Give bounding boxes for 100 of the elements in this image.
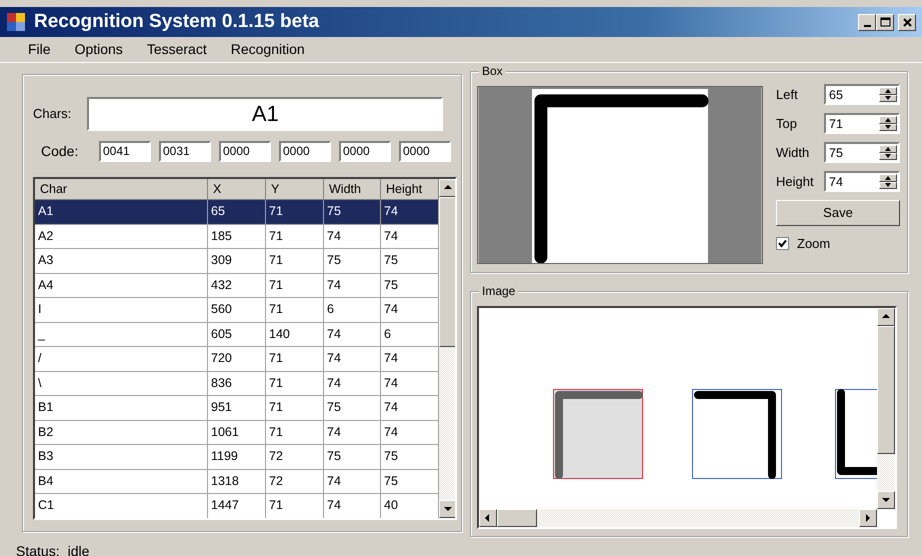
field-label: Left: [776, 86, 799, 104]
chars-label: Chars:: [33, 105, 72, 124]
table-cell: 720: [208, 347, 266, 372]
table-cell: 75: [324, 249, 381, 274]
spin-field[interactable]: 74: [824, 171, 900, 192]
scroll-down-button[interactable]: [439, 500, 455, 518]
table-row[interactable]: B2 1061 71 74 74: [35, 420, 439, 445]
table-cell: 71: [266, 396, 324, 420]
group-title: Image: [479, 284, 518, 298]
code-field[interactable]: 0000: [279, 141, 331, 162]
glyph-box[interactable]: [835, 389, 877, 479]
table-row[interactable]: A2 185 71 74 74: [35, 224, 439, 249]
table-cell: 6: [324, 298, 381, 322]
table-cell: 71: [266, 274, 324, 298]
menu-item[interactable]: Recognition: [220, 39, 315, 60]
table-cell: I: [35, 298, 208, 322]
arrow-down-icon: [881, 495, 891, 505]
scroll-left-button[interactable]: [479, 509, 497, 527]
table-cell: 75: [324, 396, 381, 420]
table-row[interactable]: \ 836 71 74 74: [35, 372, 439, 396]
status-text: idle: [68, 542, 90, 556]
table-cell: 951: [208, 396, 266, 420]
save-button[interactable]: Save: [776, 200, 900, 226]
code-label: Code:: [40, 142, 80, 161]
table-row[interactable]: A1 65 71 75 74: [35, 200, 439, 224]
table-cell: C1: [35, 494, 208, 518]
table-cell: 75: [324, 200, 381, 224]
table-cell: 1447: [208, 494, 266, 518]
table-cell: 65: [208, 200, 266, 224]
field-label: Top: [776, 114, 798, 133]
table-cell: B1: [35, 396, 208, 420]
table-cell: 71: [266, 347, 324, 372]
maximize-icon: [880, 16, 890, 28]
table-cell: 71: [266, 420, 324, 445]
table-cell: _: [35, 322, 208, 347]
menu-item[interactable]: Options: [64, 39, 133, 60]
code-field[interactable]: 0031: [159, 141, 211, 162]
scroll-up-button[interactable]: [439, 179, 455, 197]
table-cell: 605: [208, 322, 266, 347]
menu-item[interactable]: Tesseract: [136, 39, 217, 60]
column-header[interactable]: Width: [324, 179, 381, 200]
code-field[interactable]: 0041: [99, 141, 151, 162]
scroll-up-button[interactable]: [877, 308, 895, 326]
table-cell: 74: [324, 274, 381, 298]
scroll-thumb[interactable]: [877, 326, 895, 454]
table-row[interactable]: B3 1199 72 75 75: [35, 445, 439, 470]
column-header[interactable]: X: [208, 179, 266, 200]
table-row[interactable]: I 560 71 6 74: [35, 298, 439, 322]
table-cell: B2: [35, 420, 208, 445]
scroll-right-button[interactable]: [859, 509, 877, 527]
scroll-thumb[interactable]: [497, 509, 537, 527]
table-cell: 71: [266, 494, 324, 518]
table-cell: A4: [35, 274, 208, 298]
table-row[interactable]: _ 605 140 74 6: [35, 322, 439, 347]
code-field[interactable]: 0000: [219, 141, 271, 162]
zoom-label: Zoom: [797, 235, 830, 253]
minimize-icon: [864, 24, 870, 26]
spin-field[interactable]: 65: [824, 84, 900, 105]
column-header[interactable]: Char: [35, 179, 208, 200]
code-field[interactable]: 0000: [399, 141, 451, 162]
spin-field[interactable]: 75: [824, 142, 900, 163]
column-header[interactable]: Height: [381, 179, 439, 200]
maximize-button[interactable]: [876, 14, 894, 30]
window-title: Recognition System 0.1.15 beta: [34, 10, 320, 34]
table-cell: 74: [324, 322, 381, 347]
table-row[interactable]: B1 951 71 75 74: [35, 396, 439, 420]
table-cell: 74: [324, 224, 381, 249]
menu-item[interactable]: File: [18, 39, 61, 60]
table-cell: 75: [324, 445, 381, 470]
table-cell: 140: [266, 322, 324, 347]
minimize-button[interactable]: [858, 14, 876, 30]
table-cell: 71: [266, 298, 324, 322]
field-label: Width: [776, 144, 810, 162]
table-cell: 74: [324, 347, 381, 372]
table-cell: 71: [266, 249, 324, 274]
table-cell: A3: [35, 249, 208, 274]
app-icon: [6, 12, 26, 32]
table-cell: /: [35, 347, 208, 372]
table-row[interactable]: A4 432 71 74 75: [35, 274, 439, 298]
glyph-box[interactable]: [692, 389, 782, 479]
table-cell: 560: [208, 298, 266, 322]
chars-field[interactable]: A1: [87, 97, 444, 131]
column-header[interactable]: Y: [266, 179, 324, 200]
table-cell: 74: [324, 420, 381, 445]
table-row[interactable]: A3 309 71 75 75: [35, 249, 439, 274]
scroll-thumb[interactable]: [439, 197, 455, 347]
spin-field[interactable]: 71: [824, 113, 900, 134]
table-cell: 1318: [208, 470, 266, 494]
table-row[interactable]: / 720 71 74 74: [35, 347, 439, 372]
field-label: Height: [776, 172, 815, 191]
group-title: Box: [479, 64, 506, 78]
table-row[interactable]: B4 1318 72 74 75: [35, 470, 439, 494]
table-cell: 1199: [208, 445, 266, 470]
arrow-right-icon: [863, 513, 873, 523]
table-cell: 71: [266, 200, 324, 224]
zoom-checkbox[interactable]: [776, 237, 789, 250]
table-cell: 309: [208, 249, 266, 274]
scroll-down-button[interactable]: [877, 491, 895, 509]
close-button[interactable]: [898, 14, 916, 30]
code-field[interactable]: 0000: [339, 141, 391, 162]
